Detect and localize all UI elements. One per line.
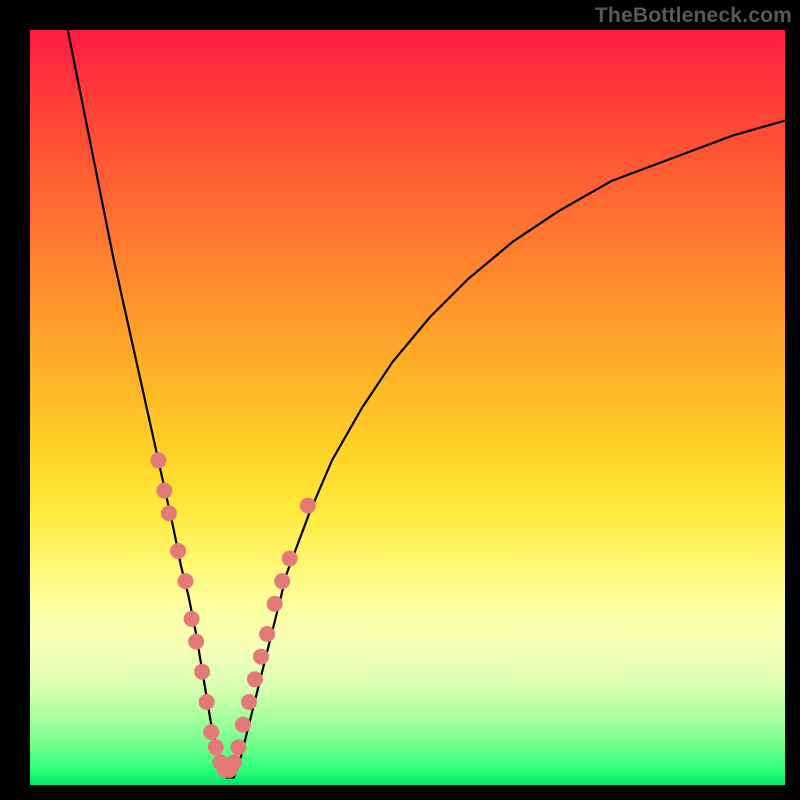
data-marker bbox=[156, 483, 172, 499]
data-marker bbox=[203, 724, 219, 740]
data-marker bbox=[230, 739, 246, 755]
chart-svg bbox=[30, 30, 785, 785]
data-marker bbox=[188, 634, 204, 650]
data-marker bbox=[300, 498, 316, 514]
data-marker bbox=[194, 664, 210, 680]
data-marker bbox=[253, 649, 269, 665]
data-marker bbox=[226, 754, 242, 770]
data-marker bbox=[241, 694, 257, 710]
brand-watermark: TheBottleneck.com bbox=[595, 4, 792, 28]
data-marker bbox=[247, 671, 263, 687]
data-marker bbox=[150, 452, 166, 468]
data-marker bbox=[235, 717, 251, 733]
data-marker bbox=[178, 573, 194, 589]
data-marker bbox=[274, 573, 290, 589]
data-marker bbox=[199, 694, 215, 710]
marker-group bbox=[150, 452, 315, 778]
data-marker bbox=[259, 626, 275, 642]
data-marker bbox=[161, 505, 177, 521]
data-marker bbox=[282, 551, 298, 567]
data-marker bbox=[208, 739, 224, 755]
data-marker bbox=[267, 596, 283, 612]
data-marker bbox=[170, 543, 186, 559]
data-marker bbox=[184, 611, 200, 627]
chart-frame: TheBottleneck.com bbox=[0, 0, 800, 800]
bottleneck-curve bbox=[68, 30, 785, 777]
plot-area bbox=[30, 30, 785, 785]
